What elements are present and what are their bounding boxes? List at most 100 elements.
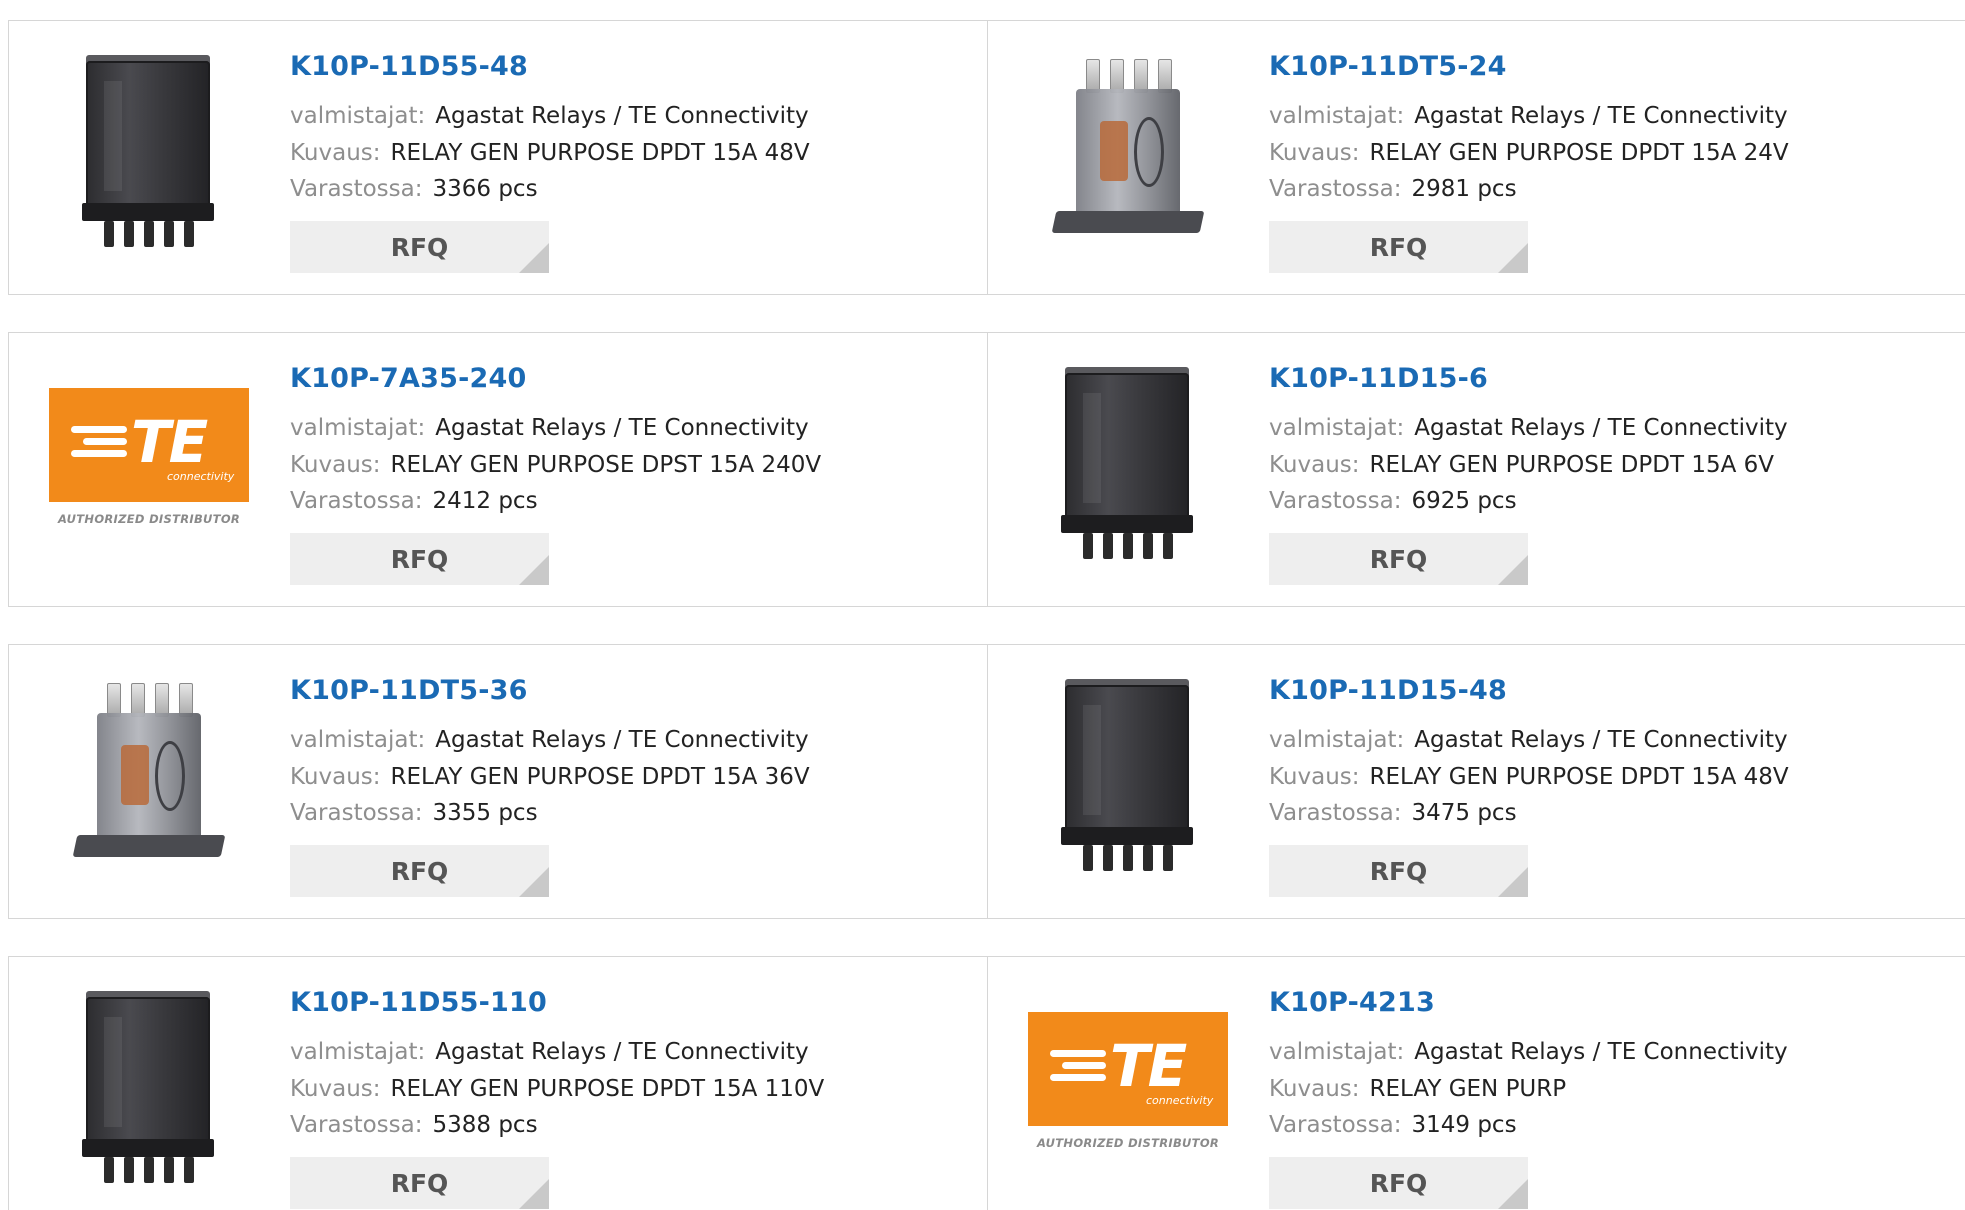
- product-image[interactable]: [49, 675, 249, 875]
- description-label: Kuvaus:: [1269, 764, 1360, 790]
- product-part-link[interactable]: K10P-11DT5-36: [290, 675, 528, 706]
- product-part-link[interactable]: K10P-7A35-240: [290, 363, 526, 394]
- product-card: K10P-11DT5-24 valmistajat: Agastat Relays…: [988, 21, 1965, 294]
- product-card: TE connectivity AUTHORIZED DISTRIBUTOR K…: [988, 957, 1965, 1210]
- stock-label: Varastossa:: [290, 176, 423, 202]
- manufacturer-label: valmistajat:: [1269, 415, 1405, 441]
- rfq-label: RFQ: [390, 232, 449, 262]
- relay-icon: [1053, 675, 1203, 875]
- product-card: K10P-11D15-48 valmistajat: Agastat Relays…: [988, 645, 1965, 918]
- manufacturer-value: Agastat Relays / TE Connectivity: [435, 727, 809, 753]
- stock-row: Varastossa: 5388 pcs: [290, 1112, 538, 1138]
- rfq-button[interactable]: RFQ: [1269, 845, 1528, 897]
- rfq-button[interactable]: RFQ: [290, 845, 549, 897]
- description-label: Kuvaus:: [290, 452, 381, 478]
- manufacturer-label: valmistajat:: [290, 415, 426, 441]
- stock-row: Varastossa: 3475 pcs: [1269, 800, 1517, 826]
- corner-triangle-icon: [519, 243, 549, 273]
- rfq-label: RFQ: [1369, 1168, 1428, 1198]
- description-label: Kuvaus:: [290, 140, 381, 166]
- rfq-label: RFQ: [390, 544, 449, 574]
- description-value: RELAY GEN PURPOSE DPDT 15A 48V: [390, 140, 810, 166]
- corner-triangle-icon: [519, 1179, 549, 1209]
- manufacturer-value: Agastat Relays / TE Connectivity: [435, 415, 809, 441]
- product-image[interactable]: TE connectivity AUTHORIZED DISTRIBUTOR: [49, 363, 249, 563]
- stock-row: Varastossa: 2981 pcs: [1269, 176, 1517, 202]
- manufacturer-label: valmistajat:: [1269, 1039, 1405, 1065]
- manufacturer-value: Agastat Relays / TE Connectivity: [1414, 103, 1788, 129]
- stock-row: Varastossa: 3355 pcs: [290, 800, 538, 826]
- product-part-link[interactable]: K10P-11D15-6: [1269, 363, 1488, 394]
- relay-icon: [1048, 51, 1208, 251]
- stock-value: 3355 pcs: [432, 800, 538, 826]
- product-card: K10P-11D55-110 valmistajat: Agastat Relay…: [9, 957, 987, 1210]
- manufacturer-row: valmistajat: Agastat Relays / TE Connecti…: [1269, 103, 1788, 129]
- description-value: RELAY GEN PURPOSE DPST 15A 240V: [390, 452, 822, 478]
- description-row: Kuvaus: RELAY GEN PURPOSE DPDT 15A 48V: [1269, 764, 1789, 790]
- description-value: RELAY GEN PURP: [1369, 1076, 1567, 1102]
- manufacturer-value: Agastat Relays / TE Connectivity: [1414, 415, 1788, 441]
- product-part-link[interactable]: K10P-11D55-110: [290, 987, 547, 1018]
- manufacturer-row: valmistajat: Agastat Relays / TE Connecti…: [290, 727, 809, 753]
- rfq-button[interactable]: RFQ: [290, 533, 549, 585]
- product-image[interactable]: TE connectivity AUTHORIZED DISTRIBUTOR: [1028, 987, 1228, 1187]
- product-part-link[interactable]: K10P-4213: [1269, 987, 1435, 1018]
- description-row: Kuvaus: RELAY GEN PURP: [1269, 1076, 1566, 1102]
- rfq-button[interactable]: RFQ: [1269, 533, 1528, 585]
- stock-value: 2981 pcs: [1411, 176, 1517, 202]
- product-part-link[interactable]: K10P-11D55-48: [290, 51, 528, 82]
- rfq-label: RFQ: [1369, 856, 1428, 886]
- product-image[interactable]: [1028, 51, 1228, 251]
- manufacturer-row: valmistajat: Agastat Relays / TE Connecti…: [1269, 727, 1788, 753]
- manufacturer-value: Agastat Relays / TE Connectivity: [435, 1039, 809, 1065]
- corner-triangle-icon: [519, 867, 549, 897]
- product-image[interactable]: [49, 987, 249, 1187]
- stock-label: Varastossa:: [1269, 488, 1402, 514]
- manufacturer-label: valmistajat:: [1269, 103, 1405, 129]
- rfq-button[interactable]: RFQ: [1269, 1157, 1528, 1209]
- stock-value: 3475 pcs: [1411, 800, 1517, 826]
- stock-row: Varastossa: 6925 pcs: [1269, 488, 1517, 514]
- product-image[interactable]: [1028, 363, 1228, 563]
- manufacturer-value: Agastat Relays / TE Connectivity: [1414, 1039, 1788, 1065]
- te-connectivity-logo: TE connectivity AUTHORIZED DISTRIBUTOR: [49, 388, 249, 538]
- relay-icon: [74, 51, 224, 251]
- product-image[interactable]: [49, 51, 249, 251]
- stock-label: Varastossa:: [290, 488, 423, 514]
- te-connectivity-logo: TE connectivity AUTHORIZED DISTRIBUTOR: [1028, 1012, 1228, 1162]
- corner-triangle-icon: [1498, 243, 1528, 273]
- description-row: Kuvaus: RELAY GEN PURPOSE DPDT 15A 36V: [290, 764, 810, 790]
- corner-triangle-icon: [1498, 1179, 1528, 1209]
- product-image[interactable]: [1028, 675, 1228, 875]
- manufacturer-row: valmistajat: Agastat Relays / TE Connecti…: [1269, 415, 1788, 441]
- product-part-link[interactable]: K10P-11D15-48: [1269, 675, 1507, 706]
- manufacturer-row: valmistajat: Agastat Relays / TE Connecti…: [1269, 1039, 1788, 1065]
- description-row: Kuvaus: RELAY GEN PURPOSE DPDT 15A 24V: [1269, 140, 1789, 166]
- product-row: K10P-11DT5-36 valmistajat: Agastat Relays…: [8, 644, 1965, 919]
- relay-icon: [1053, 363, 1203, 563]
- product-row: K10P-11D55-110 valmistajat: Agastat Relay…: [8, 956, 1965, 1210]
- product-card: K10P-11DT5-36 valmistajat: Agastat Relays…: [9, 645, 987, 918]
- stock-label: Varastossa:: [1269, 176, 1402, 202]
- description-value: RELAY GEN PURPOSE DPDT 15A 36V: [390, 764, 810, 790]
- product-card: TE connectivity AUTHORIZED DISTRIBUTOR K…: [9, 333, 987, 606]
- product-row: K10P-11D55-48 valmistajat: Agastat Relays…: [8, 20, 1965, 295]
- product-card: K10P-11D55-48 valmistajat: Agastat Relays…: [9, 21, 987, 294]
- stock-value: 2412 pcs: [432, 488, 538, 514]
- description-value: RELAY GEN PURPOSE DPDT 15A 48V: [1369, 764, 1789, 790]
- manufacturer-label: valmistajat:: [1269, 727, 1405, 753]
- manufacturer-row: valmistajat: Agastat Relays / TE Connecti…: [290, 415, 809, 441]
- stock-label: Varastossa:: [290, 800, 423, 826]
- product-card: K10P-11D15-6 valmistajat: Agastat Relays …: [988, 333, 1965, 606]
- rfq-button[interactable]: RFQ: [290, 221, 549, 273]
- description-label: Kuvaus:: [290, 1076, 381, 1102]
- manufacturer-label: valmistajat:: [290, 727, 426, 753]
- product-part-link[interactable]: K10P-11DT5-24: [1269, 51, 1507, 82]
- rfq-button[interactable]: RFQ: [290, 1157, 549, 1209]
- manufacturer-row: valmistajat: Agastat Relays / TE Connecti…: [290, 103, 809, 129]
- rfq-button[interactable]: RFQ: [1269, 221, 1528, 273]
- manufacturer-label: valmistajat:: [290, 103, 426, 129]
- stock-row: Varastossa: 2412 pcs: [290, 488, 538, 514]
- stock-value: 3366 pcs: [432, 176, 538, 202]
- stock-label: Varastossa:: [1269, 1112, 1402, 1138]
